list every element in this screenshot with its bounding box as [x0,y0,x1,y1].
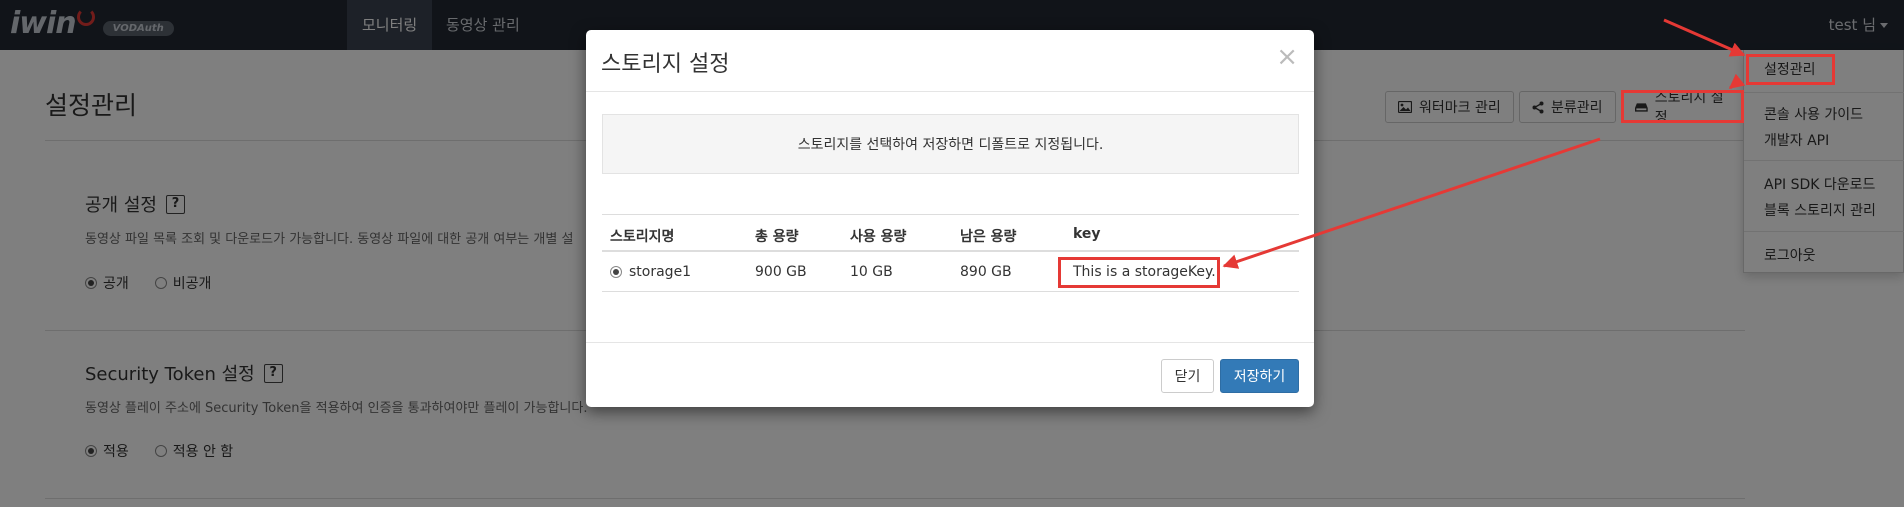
column-header-total: 총 용량 [755,229,799,245]
table-header: 스토리지명 총 용량 사용 용량 남은 용량 key [602,214,1299,252]
close-icon[interactable]: × [1276,44,1298,70]
modal-footer-divider [586,342,1314,343]
modal-notice: 스토리지를 선택하여 저장하면 디폴트로 지정됩니다. [602,114,1299,174]
save-button[interactable]: 저장하기 [1220,359,1299,393]
column-header-name: 스토리지명 [610,229,675,245]
total-capacity-cell: 900 GB [755,264,807,280]
modal-header-divider [586,91,1314,92]
modal-title: 스토리지 설정 [601,52,730,77]
storage-settings-modal: 스토리지 설정 × 스토리지를 선택하여 저장하면 디폴트로 지정됩니다. 스토… [586,30,1314,407]
column-header-used: 사용 용량 [850,229,907,245]
highlight-storage-key [1058,257,1220,288]
column-header-key: key [1073,226,1101,242]
storage-name-cell: storage1 [629,264,692,280]
highlight-storage-button [1621,90,1744,123]
remaining-capacity-cell: 890 GB [960,264,1012,280]
highlight-settings-menu [1746,54,1835,85]
close-button[interactable]: 닫기 [1161,359,1214,393]
column-header-remaining: 남은 용량 [960,229,1017,245]
used-capacity-cell: 10 GB [850,264,893,280]
storage-select-radio[interactable] [610,266,622,278]
